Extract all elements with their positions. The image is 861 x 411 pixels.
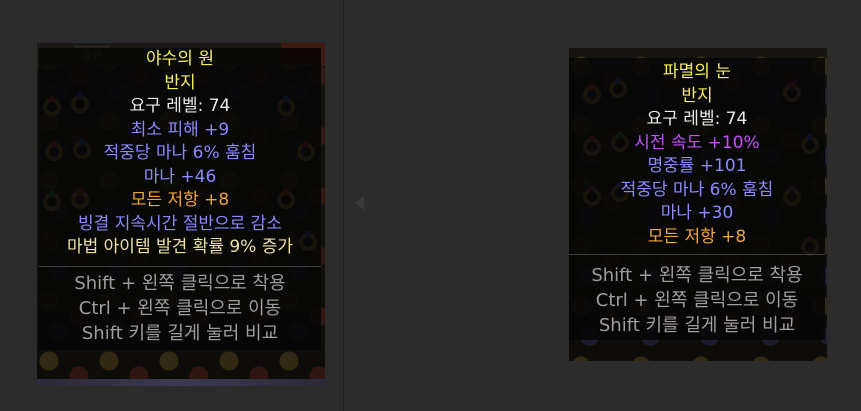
hint-equip: Shift + 왼쪽 클릭으로 착용 bbox=[74, 272, 286, 294]
item-requirement: 요구 레벨: 74 bbox=[129, 96, 231, 116]
item-mod: 최소 피해 +9 bbox=[130, 119, 230, 140]
hint-equip: Shift + 왼쪽 클릭으로 착용 bbox=[591, 265, 803, 286]
item-name: 파멸의 눈 bbox=[663, 62, 731, 82]
item-mod: 모든 저항 +8 bbox=[647, 226, 747, 247]
hint-compare: Shift 키를 길게 눌러 비교 bbox=[81, 322, 279, 344]
item-tooltip-left: 야수의 원 반지 요구 레벨: 74 최소 피해 +9 적중당 마나 6% 훔침… bbox=[39, 48, 321, 350]
hint-move: Ctrl + 왼쪽 클릭으로 이동 bbox=[595, 290, 799, 311]
item-mod: 명중률 +101 bbox=[647, 156, 747, 176]
tooltip-hints: Shift + 왼쪽 클릭으로 착용 Ctrl + 왼쪽 클릭으로 이동 Shi… bbox=[569, 255, 825, 340]
item-mod: 시전 속도 +10% bbox=[634, 132, 760, 153]
item-name: 야수의 원 bbox=[146, 49, 214, 69]
item-mod: 모든 저항 +8 bbox=[130, 190, 230, 210]
item-mod: 적중당 마나 6% 훔침 bbox=[620, 179, 774, 200]
tooltip-stats: 파멸의 눈 반지 요구 레벨: 74 시전 속도 +10% 명중률 +101 적… bbox=[569, 58, 825, 254]
tooltip-stats: 야수의 원 반지 요구 레벨: 74 최소 피해 +9 적중당 마나 6% 훔침… bbox=[39, 48, 321, 266]
item-mod: 적중당 마나 6% 훔침 bbox=[103, 143, 257, 163]
hint-compare: Shift 키를 길게 눌러 비교 bbox=[598, 315, 796, 336]
tooltip-hints: Shift + 왼쪽 클릭으로 착용 Ctrl + 왼쪽 클릭으로 이동 Shi… bbox=[39, 267, 321, 350]
item-mod: 빙결 지속시간 절반으로 감소 bbox=[78, 213, 282, 234]
item-type: 반지 bbox=[681, 85, 713, 106]
item-tooltip-right: 파멸의 눈 반지 요구 레벨: 74 시전 속도 +10% 명중률 +101 적… bbox=[569, 58, 825, 340]
hint-move: Ctrl + 왼쪽 클릭으로 이동 bbox=[78, 297, 282, 319]
item-mod: 마나 +46 bbox=[143, 166, 217, 187]
item-mod: 마나 +30 bbox=[660, 203, 734, 223]
chevron-left-icon[interactable] bbox=[355, 196, 364, 210]
item-type: 반지 bbox=[164, 72, 196, 93]
item-requirement: 요구 레벨: 74 bbox=[646, 109, 748, 129]
inventory-bottom-bar bbox=[37, 379, 325, 386]
item-mod: 마법 아이템 발견 확률 9% 증가 bbox=[66, 237, 294, 257]
